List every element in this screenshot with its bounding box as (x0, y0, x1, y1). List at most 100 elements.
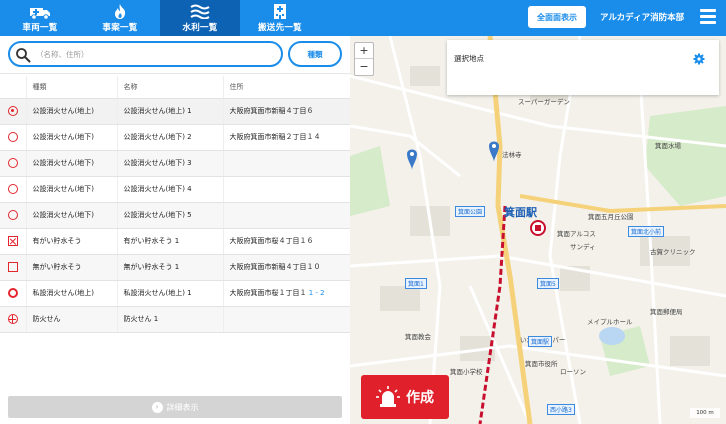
table-row[interactable]: 無がい貯水そう 無がい貯水そう 1 大阪府箕面市新稲４丁目１０ (0, 254, 351, 281)
open-cistern-icon (7, 262, 18, 272)
cell-type: 公設消火せん(地下) (26, 176, 118, 203)
fire-icon (80, 3, 160, 20)
cell-address: 大阪府箕面市新稲４丁目６ (223, 98, 351, 125)
tab-vehicle-list[interactable]: 車両一覧 (0, 0, 80, 36)
alarm-light-icon (376, 386, 400, 407)
table-row[interactable]: 防火せん 防火せん 1 (0, 306, 351, 333)
map-label: メイプルホール (587, 318, 633, 326)
hydrant-underground-icon (7, 132, 18, 142)
tab-vehicle-list-label: 車両一覧 (22, 23, 58, 33)
table-row[interactable]: 公設消火せん(地下) 公設消火せん(地下) 3 (0, 150, 351, 177)
top-nav-bar: 車両一覧 事案一覧 水利一覧 搬送先一覧 全面面表示 アルカディア消防本部 (0, 0, 726, 36)
map-badge: 西小路3 (547, 404, 575, 415)
row-marker (0, 176, 27, 203)
tab-water-list-label: 水利一覧 (182, 23, 218, 33)
chevron-right-icon: › (151, 401, 163, 413)
cell-address-text: 大阪府箕面市桜１丁目１ (229, 289, 307, 297)
hydrant-underground-icon (7, 158, 18, 168)
table-row[interactable]: 公設消火せん(地下) 公設消火せん(地下) 5 (0, 202, 351, 229)
row-marker (0, 124, 27, 151)
map-badge: 箕面公園 (455, 206, 486, 217)
water-source-list-panel: 種類 種類 名称 住所 公設消火せん(地上) 公設消火せん(地上) 1 大阪府箕… (0, 36, 351, 424)
cell-type: 公設消火せん(地上) (26, 98, 118, 125)
cell-address (223, 176, 351, 203)
covered-cistern-icon (7, 236, 18, 246)
map-label: 箕面水場 (655, 142, 681, 150)
private-hydrant-icon (7, 288, 18, 298)
map-badge: 箕面1 (405, 278, 427, 289)
cell-address (223, 306, 351, 333)
create-incident-button[interactable]: 作成 (361, 375, 449, 419)
map-label: サンディ (570, 243, 596, 251)
cell-type: 公設消火せん(地下) (26, 202, 118, 229)
cell-name: 防火せん 1 (117, 306, 224, 333)
map-label: 箕面教会 (405, 333, 431, 341)
map-label: ローソン (560, 368, 586, 376)
zoom-in-button[interactable]: + (355, 43, 373, 59)
table-row[interactable]: 公設消火せん(地下) 公設消火せん(地下) 4 (0, 176, 351, 203)
cell-address: 大阪府箕面市桜１丁目１ 1 - 2 (223, 280, 351, 307)
cell-name: 公設消火せん(地下) 3 (117, 150, 224, 177)
cell-name: 有がい貯水そう 1 (117, 228, 224, 255)
cell-address: 大阪府箕面市新稲４丁目１０ (223, 254, 351, 281)
map-label: 箕面小学校 (450, 368, 483, 376)
hamburger-menu-icon[interactable] (700, 9, 716, 25)
table-row[interactable]: 公設消火せん(地下) 公設消火せん(地下) 2 大阪府箕面市新稲２丁目１４ (0, 124, 351, 151)
cell-name: 公設消火せん(地下) 2 (117, 124, 224, 151)
cell-address (223, 202, 351, 229)
cell-address: 大阪府箕面市新稲２丁目１４ (223, 124, 351, 151)
type-filter-button[interactable]: 種類 (288, 41, 342, 67)
tab-incident-list[interactable]: 事案一覧 (80, 0, 160, 36)
cell-name: 私設消火せん(地上) 1 (117, 280, 224, 307)
row-marker (0, 306, 27, 333)
tab-hospital-list-label: 搬送先一覧 (257, 23, 302, 33)
fire-station-name: アルカディア消防本部 (600, 13, 685, 23)
detail-view-button[interactable]: › 詳細表示 (8, 396, 342, 418)
table-row[interactable]: 有がい貯水そう 有がい貯水そう 1 大阪府箕面市桜４丁目１６ (0, 228, 351, 255)
column-header-name[interactable]: 名称 (117, 76, 224, 99)
row-marker (0, 228, 27, 255)
map-scale-bar: 100 m (690, 408, 720, 418)
cell-address: 大阪府箕面市桜４丁目１６ (223, 228, 351, 255)
row-marker (0, 280, 27, 307)
column-header-type[interactable]: 種類 (26, 76, 118, 99)
search-input[interactable] (36, 47, 276, 61)
tab-hospital-list[interactable]: 搬送先一覧 (240, 0, 320, 36)
table-row[interactable]: 私設消火せん(地上) 私設消火せん(地上) 1 大阪府箕面市桜１丁目１ 1 - … (0, 280, 351, 307)
row-marker (0, 254, 27, 281)
tab-incident-list-label: 事案一覧 (102, 23, 138, 33)
hydrant-underground-icon (7, 210, 18, 220)
selected-point-panel: 選択地点 (447, 40, 719, 95)
row-marker (0, 150, 27, 177)
detail-view-label: 詳細表示 (166, 402, 199, 412)
vehicle-icon (0, 3, 80, 20)
map-label: 箕面郵便局 (650, 308, 683, 316)
create-button-label: 作成 (406, 390, 434, 406)
cell-name: 公設消火せん(地下) 5 (117, 202, 224, 229)
map-label: スーパーガーデン (518, 98, 570, 106)
table-row[interactable]: 公設消火せん(地上) 公設消火せん(地上) 1 大阪府箕面市新稲４丁目６ (0, 98, 351, 125)
tab-water-list[interactable]: 水利一覧 (160, 0, 240, 36)
map-badge: 箕面5 (537, 278, 559, 289)
cell-name: 公設消火せん(地下) 4 (117, 176, 224, 203)
water-icon (160, 3, 240, 20)
table-header-row: 種類 名称 住所 (0, 76, 351, 99)
cell-type: 私設消火せん(地上) (26, 280, 118, 307)
row-marker (0, 202, 27, 229)
cell-address (223, 150, 351, 177)
search-box (8, 41, 283, 67)
search-icon (16, 48, 31, 63)
gear-icon[interactable] (693, 53, 705, 65)
cell-name: 公設消火せん(地上) 1 (117, 98, 224, 125)
station-label: 箕面駅 (504, 206, 537, 219)
map-label: 箕面五月丘公園 (588, 213, 634, 221)
zoom-out-button[interactable]: − (355, 59, 373, 75)
column-header-marker (0, 76, 27, 99)
fullscreen-button[interactable]: 全面面表示 (528, 6, 586, 28)
column-header-address[interactable]: 住所 (223, 76, 351, 99)
map-label: 箕面アルコス (557, 230, 596, 238)
hydrant-above-ground-selected-icon (7, 106, 18, 116)
cell-name: 無がい貯水そう 1 (117, 254, 224, 281)
cell-address-highlight: 1 - 2 (308, 289, 325, 297)
cell-type: 公設消火せん(地下) (26, 124, 118, 151)
